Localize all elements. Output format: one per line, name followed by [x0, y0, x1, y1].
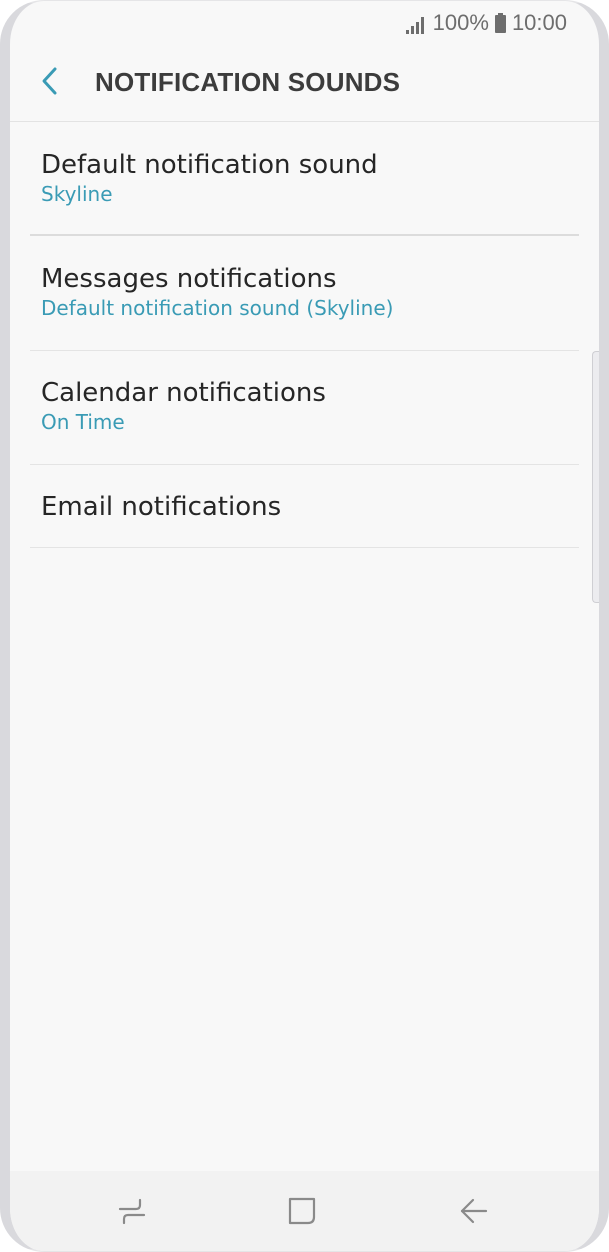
battery-percent: 100% [432, 10, 489, 35]
signal-icon [405, 14, 427, 34]
list-item-default-notification-sound[interactable]: Default notification sound Skyline [30, 122, 579, 236]
recents-icon [116, 1196, 148, 1230]
home-button[interactable] [282, 1193, 322, 1233]
item-subtitle: Default notification sound (Skyline) [41, 296, 394, 320]
home-icon [286, 1195, 318, 1231]
page-title: NOTIFICATION SOUNDS [95, 67, 401, 97]
status-bar: 100% 10:00 [10, 1, 599, 45]
battery-icon [494, 13, 506, 33]
item-title: Messages notifications [41, 264, 337, 294]
back-arrow-icon [457, 1196, 489, 1230]
settings-list: Default notification sound Skyline Messa… [30, 122, 579, 548]
list-item-calendar-notifications[interactable]: Calendar notifications On Time [30, 351, 579, 465]
list-item-messages-notifications[interactable]: Messages notifications Default notificat… [30, 236, 579, 351]
item-subtitle: Skyline [41, 182, 113, 206]
item-title: Email notifications [41, 492, 282, 522]
side-edge-handle [592, 351, 599, 603]
clock: 10:00 [511, 10, 567, 35]
back-button[interactable] [32, 65, 68, 101]
item-subtitle: On Time [41, 410, 125, 434]
chevron-left-icon [40, 66, 60, 100]
list-item-email-notifications[interactable]: Email notifications [30, 465, 579, 548]
app-bar: NOTIFICATION SOUNDS [10, 45, 599, 122]
status-indicators: 100% 10:00 [405, 9, 567, 37]
navigation-bar [10, 1171, 599, 1251]
recents-button[interactable] [112, 1193, 152, 1233]
item-title: Calendar notifications [41, 378, 326, 408]
item-title: Default notification sound [41, 150, 378, 180]
nav-back-button[interactable] [453, 1193, 493, 1233]
device-frame: 100% 10:00 NOTIFICATION SOUNDS Default n… [0, 0, 609, 1252]
